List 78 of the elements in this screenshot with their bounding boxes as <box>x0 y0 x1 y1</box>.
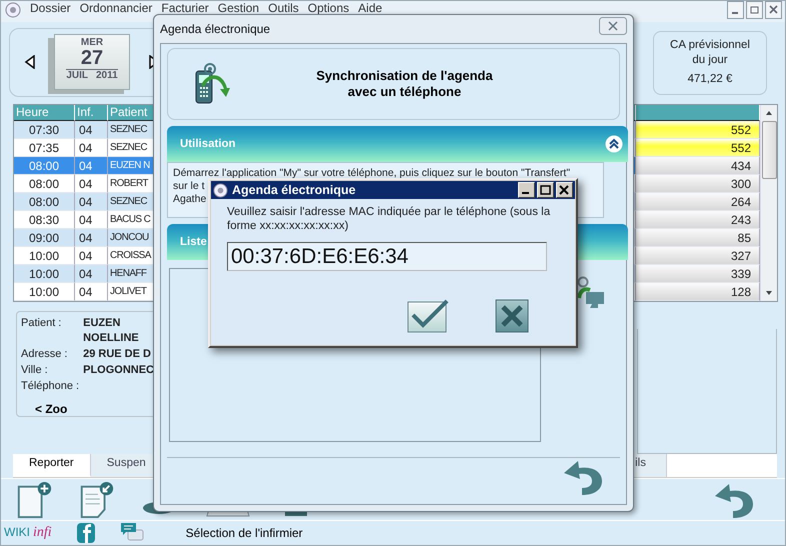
table-cell[interactable]: 08:00 <box>14 192 75 211</box>
calendar-weekday: MER <box>80 37 104 48</box>
new-document-icon[interactable] <box>15 480 53 519</box>
table-cell[interactable]: 327 <box>636 246 760 265</box>
revenue-label: CA prévisionnel <box>670 38 750 54</box>
table-cell[interactable]: 04 <box>75 282 108 301</box>
field-value: PLOGONNEC <box>83 362 156 378</box>
calendar-year: 2011 <box>96 70 118 82</box>
field-value: 29 RUE DE D <box>83 346 152 362</box>
menu-item[interactable]: Aide <box>358 1 382 15</box>
table-cell[interactable]: 85 <box>636 228 760 247</box>
instruction-text: Démarrez l'application "My" sur votre téléphone, puis cliquez sur le bouton "Transfert" <box>173 167 570 180</box>
window-title: Agenda électronique <box>160 22 270 36</box>
table-cell[interactable]: 04 <box>75 264 108 283</box>
table-cell[interactable]: 07:30 <box>14 120 75 139</box>
table-cell[interactable]: 300 <box>636 174 760 193</box>
section-title: Liste <box>180 236 207 248</box>
phone-computer-icon <box>577 276 605 310</box>
field-label: Téléphone : <box>21 378 80 394</box>
calendar-day: 27 <box>80 48 104 68</box>
scroll-thumb[interactable] <box>762 120 776 179</box>
scroll-up-icon[interactable] <box>765 110 773 116</box>
status-text: Sélection de l'infirmier <box>186 526 303 540</box>
facebook-icon[interactable] <box>76 522 96 544</box>
table-cell[interactable]: 339 <box>636 264 760 283</box>
app-logo-icon <box>213 182 228 198</box>
menu-item[interactable]: Options <box>308 1 350 15</box>
table-cell[interactable]: 10:00 <box>14 264 75 283</box>
table-cell[interactable]: 243 <box>636 210 760 229</box>
table-cell[interactable]: 08:00 <box>14 174 75 193</box>
field-value: NOELLINE <box>83 330 140 346</box>
table-cell[interactable]: 09:00 <box>14 228 75 247</box>
table-cell[interactable]: 552 <box>636 120 760 139</box>
mac-address-field[interactable]: 00:37:6D:E6:E6:34 <box>227 242 547 271</box>
revenue-label: du jour <box>692 53 728 68</box>
confirm-button[interactable] <box>407 299 449 333</box>
table-cell[interactable]: 04 <box>75 192 108 211</box>
table-cell[interactable]: 434 <box>636 156 760 175</box>
instruction-text: Agathe <box>173 193 206 206</box>
menu-item[interactable]: Dossier <box>30 1 71 15</box>
table-cell[interactable]: 10:00 <box>14 246 75 265</box>
table-cell[interactable]: 552 <box>636 138 760 157</box>
table-cell[interactable]: 04 <box>75 246 108 265</box>
table-cell[interactable]: 07:35 <box>14 138 75 157</box>
tab[interactable]: ils <box>633 454 667 477</box>
maximize-button[interactable] <box>537 182 554 198</box>
menu-item[interactable]: Facturier <box>161 1 209 15</box>
field-label: Ville : <box>21 362 49 378</box>
scrollbar[interactable] <box>760 104 777 301</box>
table-cell[interactable]: 04 <box>75 120 108 139</box>
instruction-text: sur le t <box>173 180 205 193</box>
revenue-amount: 471,22 € <box>688 72 732 88</box>
table-cell[interactable]: 10:00 <box>14 282 75 301</box>
window-title: Agenda électronique <box>232 183 356 197</box>
previous-day-icon[interactable] <box>24 55 36 70</box>
field-value: EUZEN <box>83 316 122 331</box>
table-cell[interactable]: 128 <box>636 282 760 301</box>
table-cell[interactable]: 04 <box>75 174 108 193</box>
section-title: Utilisation <box>180 138 236 150</box>
prompt-text: Veuillez saisir l'adresse MAC indiquée par le téléphone (sous la forme xx:xx:xx:xx:xx:xx) <box>227 205 552 233</box>
dialog-heading: avec un téléphone <box>346 84 462 100</box>
cancel-button[interactable] <box>495 299 529 333</box>
collapse-icon[interactable] <box>605 135 623 153</box>
menu-item[interactable]: Outils <box>268 1 299 15</box>
table-cell[interactable]: 264 <box>636 192 760 211</box>
table-cell[interactable]: 04 <box>75 138 108 157</box>
field-label: Adresse : <box>21 346 68 362</box>
menu-item[interactable]: Gestion <box>218 1 260 15</box>
menu-item[interactable]: Ordonnancier <box>80 1 152 15</box>
table-cell[interactable]: 04 <box>75 210 108 229</box>
scroll-down-icon[interactable] <box>765 290 773 296</box>
restore-button[interactable] <box>746 1 763 19</box>
field-label: Patient : <box>21 316 62 331</box>
table-cell[interactable]: 04 <box>75 228 108 247</box>
table-cell[interactable]: 08:30 <box>14 210 75 229</box>
dialog-heading: Synchronisation de l'agenda <box>315 68 494 84</box>
calendar-month: JUIL <box>66 70 88 82</box>
wiki-logo-accent[interactable]: infi <box>33 525 52 542</box>
